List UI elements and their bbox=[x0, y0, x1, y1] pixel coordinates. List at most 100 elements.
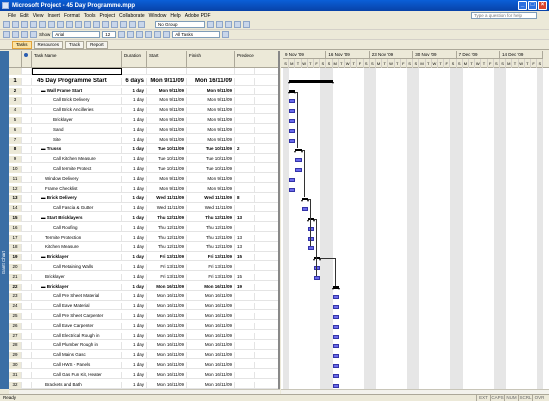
indicator-cell[interactable] bbox=[22, 264, 32, 272]
indicator-cell[interactable] bbox=[22, 77, 32, 86]
table-row[interactable]: 16 Call Roofing 1 day Thu 12/11/09 Thu 12/11… bbox=[9, 224, 278, 233]
start-cell[interactable]: Fri 13/11/09 bbox=[147, 264, 187, 272]
predecessor-cell[interactable] bbox=[235, 117, 255, 125]
indicator-cell[interactable] bbox=[22, 313, 32, 321]
start-cell[interactable]: Fri 13/11/09 bbox=[147, 254, 187, 262]
task-name-cell[interactable]: ▬ Bricklayer bbox=[32, 283, 122, 291]
duration-cell[interactable]: 1 day bbox=[122, 215, 147, 223]
duration-cell[interactable]: 1 day bbox=[122, 156, 147, 164]
task-bar[interactable] bbox=[289, 177, 296, 182]
finish-cell[interactable]: Wed 11/11/09 bbox=[187, 195, 235, 203]
task-name-cell[interactable]: Call Retaining Walls bbox=[32, 264, 122, 272]
duration-cell[interactable]: 1 day bbox=[122, 362, 147, 370]
duration-cell[interactable]: 1 day bbox=[122, 283, 147, 291]
predecessor-cell[interactable] bbox=[235, 371, 255, 380]
start-cell[interactable]: Mon 9/11/09 bbox=[147, 136, 187, 144]
row-number[interactable]: 4 bbox=[9, 107, 22, 115]
row-number[interactable]: 9 bbox=[9, 156, 22, 164]
start-cell[interactable]: Mon 16/11/09 bbox=[147, 381, 187, 389]
finish-cell[interactable]: Tue 10/11/09 bbox=[187, 146, 235, 154]
task-bar[interactable] bbox=[289, 119, 296, 123]
task-bar[interactable] bbox=[314, 266, 321, 270]
guide-report-button[interactable]: Report bbox=[86, 40, 108, 49]
task-bar[interactable] bbox=[289, 187, 296, 192]
table-row[interactable]: 14 Call Fascia & Gutter 1 day Wed 11/11/09 W… bbox=[9, 205, 278, 213]
predecessor-cell[interactable]: 15 bbox=[235, 273, 255, 282]
menu-edit[interactable]: Edit bbox=[20, 13, 29, 19]
predecessor-cell[interactable] bbox=[235, 107, 255, 115]
indicator-cell[interactable] bbox=[22, 156, 32, 164]
menu-help[interactable]: Help bbox=[170, 13, 180, 19]
task-name-cell[interactable]: ▬ Wall Frame Start bbox=[32, 87, 122, 95]
copy-icon[interactable] bbox=[66, 21, 73, 28]
duration-cell[interactable]: 1 day bbox=[122, 107, 147, 115]
duration-cell[interactable]: 1 day bbox=[122, 175, 147, 184]
column-header-finish[interactable]: Finish bbox=[187, 51, 235, 68]
task-name-cell[interactable]: Bricklayer bbox=[32, 117, 122, 125]
start-cell[interactable]: Tue 10/11/09 bbox=[147, 146, 187, 154]
table-row[interactable]: 25 Call Pre Sheet Carpenter 1 day Mon 16/11… bbox=[9, 313, 278, 321]
finish-cell[interactable]: Fri 13/11/09 bbox=[187, 264, 235, 272]
indicator-cell[interactable] bbox=[22, 215, 32, 223]
table-row[interactable]: 20 Call Retaining Walls 1 day Fri 13/11/09 F… bbox=[9, 264, 278, 272]
table-row[interactable]: 15 ▬ Start Bricklayers 1 day Thu 12/11/09 Th… bbox=[9, 215, 278, 223]
duration-cell[interactable]: 1 day bbox=[122, 97, 147, 105]
finish-cell[interactable]: Mon 16/11/09 bbox=[187, 332, 235, 340]
indicator-cell[interactable] bbox=[22, 244, 32, 252]
indicator-cell[interactable] bbox=[22, 234, 32, 242]
zoom-out-icon[interactable] bbox=[216, 21, 223, 28]
indicators-header[interactable] bbox=[22, 51, 32, 68]
indicator-cell[interactable] bbox=[22, 166, 32, 174]
menu-tools[interactable]: Tools bbox=[84, 13, 96, 19]
finish-cell[interactable]: Mon 16/11/09 bbox=[187, 313, 235, 321]
task-name-cell[interactable]: Site bbox=[32, 136, 122, 144]
task-name-cell[interactable]: ▬ Start Bricklayers bbox=[32, 215, 122, 223]
task-name-cell[interactable]: Call Pre Sheet Carpenter bbox=[32, 313, 122, 321]
row-number[interactable]: 8 bbox=[9, 146, 22, 154]
predecessor-cell[interactable]: 13 bbox=[235, 215, 255, 223]
finish-cell[interactable]: Mon 16/11/09 bbox=[187, 283, 235, 291]
autofilter-icon[interactable] bbox=[222, 31, 230, 38]
row-number[interactable]: 11 bbox=[9, 175, 22, 184]
indicator-cell[interactable] bbox=[22, 322, 32, 331]
task-name-cell[interactable]: Brackets and Bath bbox=[32, 381, 122, 389]
guide-track-button[interactable]: Track bbox=[65, 40, 85, 49]
row-number[interactable]: 6 bbox=[9, 126, 22, 135]
predecessor-cell[interactable] bbox=[235, 175, 255, 184]
hide-subtasks-icon[interactable] bbox=[30, 31, 37, 38]
unlink-tasks-icon[interactable] bbox=[102, 21, 109, 28]
predecessor-cell[interactable]: 13 bbox=[235, 244, 255, 252]
indicator-cell[interactable] bbox=[22, 273, 32, 282]
finish-cell[interactable] bbox=[187, 68, 235, 76]
row-number[interactable] bbox=[9, 68, 22, 76]
table-row[interactable]: 27 Call Electrical Rough in 1 day Mon 16/11… bbox=[9, 332, 278, 340]
duration-cell[interactable]: 1 day bbox=[122, 234, 147, 242]
project-summary-bar[interactable] bbox=[288, 80, 334, 84]
table-row[interactable] bbox=[9, 68, 278, 76]
finish-cell[interactable]: Mon 9/11/09 bbox=[187, 126, 235, 135]
show-subtasks-icon[interactable] bbox=[21, 31, 28, 38]
row-number[interactable]: 2 bbox=[9, 87, 22, 95]
predecessor-cell[interactable] bbox=[235, 352, 255, 360]
filter-select[interactable]: All Tasks bbox=[172, 31, 221, 38]
duration-cell[interactable]: 1 day bbox=[122, 303, 147, 311]
task-name-cell[interactable]: Call Eave Carpenter bbox=[32, 322, 122, 331]
table-row[interactable]: 30 Call HWS - Panels 1 day Mon 16/11/09 Mon … bbox=[9, 362, 278, 370]
task-name-cell[interactable]: Call Fascia & Gutter bbox=[32, 205, 122, 213]
menu-file[interactable]: File bbox=[8, 13, 16, 19]
row-number[interactable]: 16 bbox=[9, 224, 22, 233]
table-row[interactable]: 28 Call Plumber Rough in 1 day Mon 16/11/09… bbox=[9, 342, 278, 350]
table-row[interactable]: 31 Call Gas Fun Kit, Heater 1 day Mon 16/11… bbox=[9, 371, 278, 380]
indicator-cell[interactable] bbox=[22, 254, 32, 262]
start-cell[interactable]: Thu 12/11/09 bbox=[147, 234, 187, 242]
row-number[interactable]: 13 bbox=[9, 195, 22, 203]
new-icon[interactable] bbox=[3, 21, 10, 28]
duration-cell[interactable]: 1 day bbox=[122, 126, 147, 135]
indicator-cell[interactable] bbox=[22, 126, 32, 135]
duration-cell[interactable] bbox=[122, 68, 147, 76]
task-name-cell[interactable]: Bricklayer bbox=[32, 273, 122, 282]
predecessor-cell[interactable]: 2 bbox=[235, 146, 255, 154]
predecessor-cell[interactable] bbox=[235, 205, 255, 213]
task-name-cell[interactable] bbox=[32, 68, 122, 76]
duration-cell[interactable]: 1 day bbox=[122, 166, 147, 174]
